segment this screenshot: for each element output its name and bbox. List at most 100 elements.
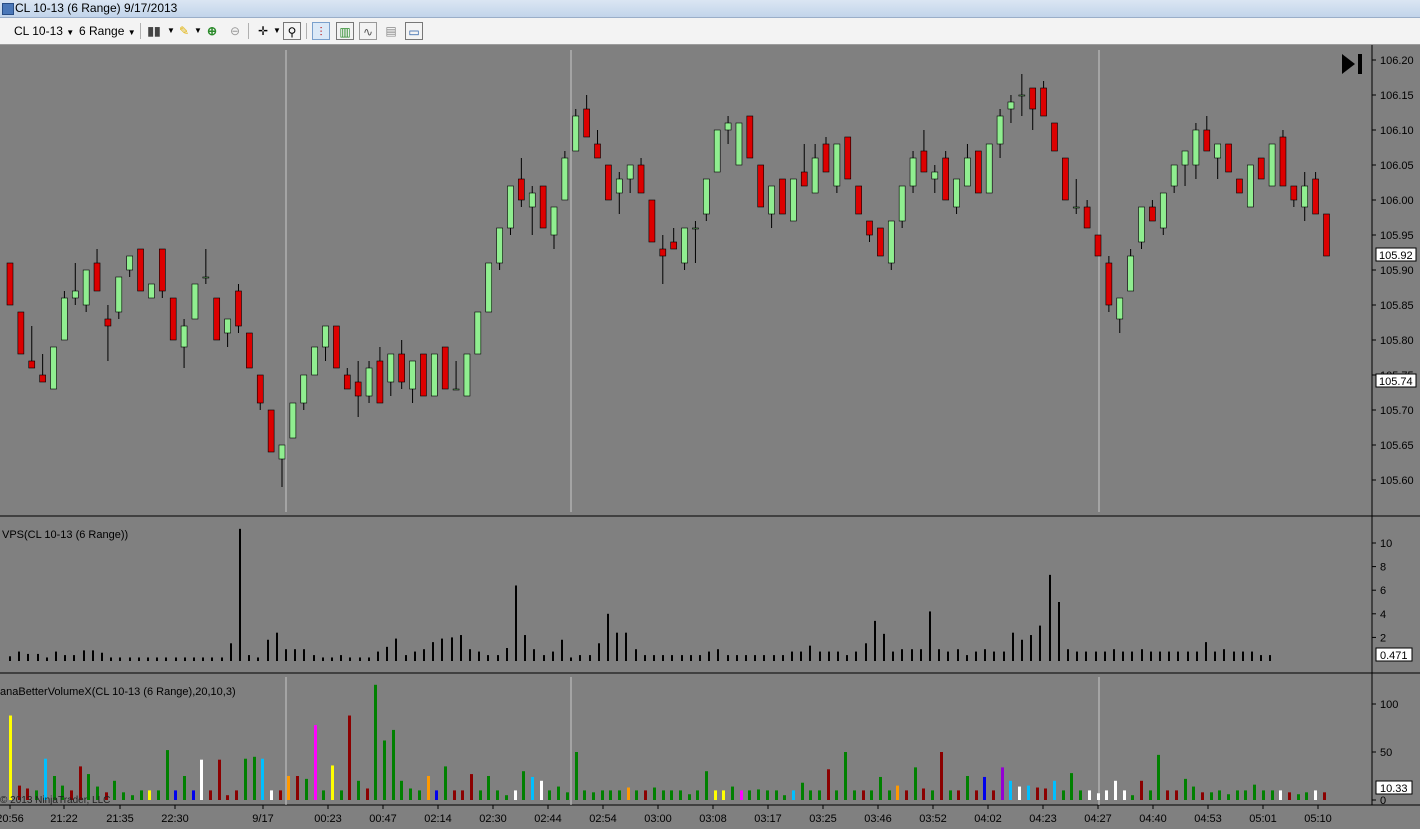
vps-bar [736,655,738,661]
bvx-bar [1279,790,1282,800]
candle [735,122,743,166]
candle [583,108,590,138]
app-icon [2,3,14,15]
vps-bar [653,655,655,661]
vps-bar [1141,649,1143,661]
bvx-bar [548,790,551,800]
candle [898,185,906,222]
x-tick-label: 02:44 [534,813,562,825]
vps-bar [184,657,186,661]
candle [1029,87,1037,110]
candle [768,185,775,215]
bvx-bar [122,792,125,800]
bvx-bar [592,792,595,800]
vps-bar [1251,651,1253,661]
candle [626,164,634,180]
bvx-bar [575,752,578,800]
bvx-bar [427,776,430,800]
instrument-selector[interactable]: CL 10-13 ▼ [14,22,74,40]
vps-bar [395,638,397,661]
vps-bar [73,655,75,661]
bar-type-icon[interactable]: ▮▮ [145,22,163,40]
bvx-bar [627,787,630,800]
candle [931,171,939,180]
zoom-out-icon[interactable]: ⊖ [226,22,244,40]
vps-bar [322,657,324,661]
vps-bar [303,649,305,661]
candle [463,353,471,397]
vps-bar [1085,651,1087,661]
vps-bar [1021,639,1023,661]
candle [1170,164,1178,187]
chart-area[interactable]: 106.20 106.15 106.10 106.05 106.00 105.95 105.… [0,45,1420,829]
vps-bar [267,639,269,661]
bvx-bar [975,790,978,800]
y-tick-label: 106.20 [1380,55,1414,67]
bvx-bar [853,790,856,800]
vps-bar [800,651,802,661]
vps-bar [874,620,876,661]
vps-bar [745,655,747,661]
bvx-bar [609,790,612,800]
zoom-in-icon[interactable]: ⊕ [203,22,221,40]
candle [137,248,144,292]
candle [1018,94,1026,97]
vps-bar [727,655,729,661]
vps-bar [248,655,250,661]
candle [790,178,797,222]
interval-selector[interactable]: 6 Range ▼ [79,22,136,40]
bvx-bar [1018,786,1021,800]
candle [822,143,830,173]
vps-bar [993,651,995,661]
vps-bar [855,651,857,661]
properties-icon[interactable]: ▭ [405,22,423,40]
vps-bar [754,655,756,661]
magnifier-icon[interactable]: ⚲ [283,22,301,40]
candle [159,248,166,292]
bvx-bar [218,759,221,800]
vps-bar [570,657,572,661]
vps-bar [414,651,416,661]
candle [648,199,656,243]
vps-bar [46,657,48,661]
x-tick-label: 21:22 [50,813,78,825]
x-tick-label: 04:02 [974,813,1002,825]
vps-bar [892,651,894,661]
candle [202,276,210,279]
bvx-bar [253,756,256,800]
vps-bar [1150,651,1152,661]
bvx-bar [644,790,647,800]
vps-bar [294,649,296,661]
candle [1062,157,1069,201]
candles-icon[interactable]: ▥ [336,22,354,40]
bvx-bar [1323,792,1326,800]
vps-bar [524,635,526,661]
bvx-bar [992,790,995,800]
x-tick-label: 02:54 [589,813,617,825]
candle [93,262,101,292]
bvx-bar [166,750,169,800]
line-chart-icon[interactable]: ∿ [359,22,377,40]
data-box-icon[interactable]: ▤ [382,22,400,40]
toolbar-separator [140,23,141,39]
vps-bar [1205,642,1207,661]
bvx-bar [444,766,447,800]
candle [39,374,46,383]
candle [877,227,884,257]
candle [1301,185,1309,208]
bvx-bar [1114,780,1117,800]
bars-icon[interactable]: ⫶ [312,22,330,40]
vps-bar [331,657,333,661]
y-tick-label: 106.15 [1380,90,1414,102]
last-price-marker: 105.92 [1375,247,1417,262]
candle [365,367,373,397]
bvx-bar [209,790,212,800]
x-tick-label: 02:14 [424,813,452,825]
go-to-last-bar-button[interactable] [1342,54,1362,74]
candle [681,227,688,264]
candle [1083,206,1091,229]
bvx-bar [418,790,421,800]
bvx-bar [348,715,351,800]
candle [1268,143,1276,187]
candle [343,374,351,390]
